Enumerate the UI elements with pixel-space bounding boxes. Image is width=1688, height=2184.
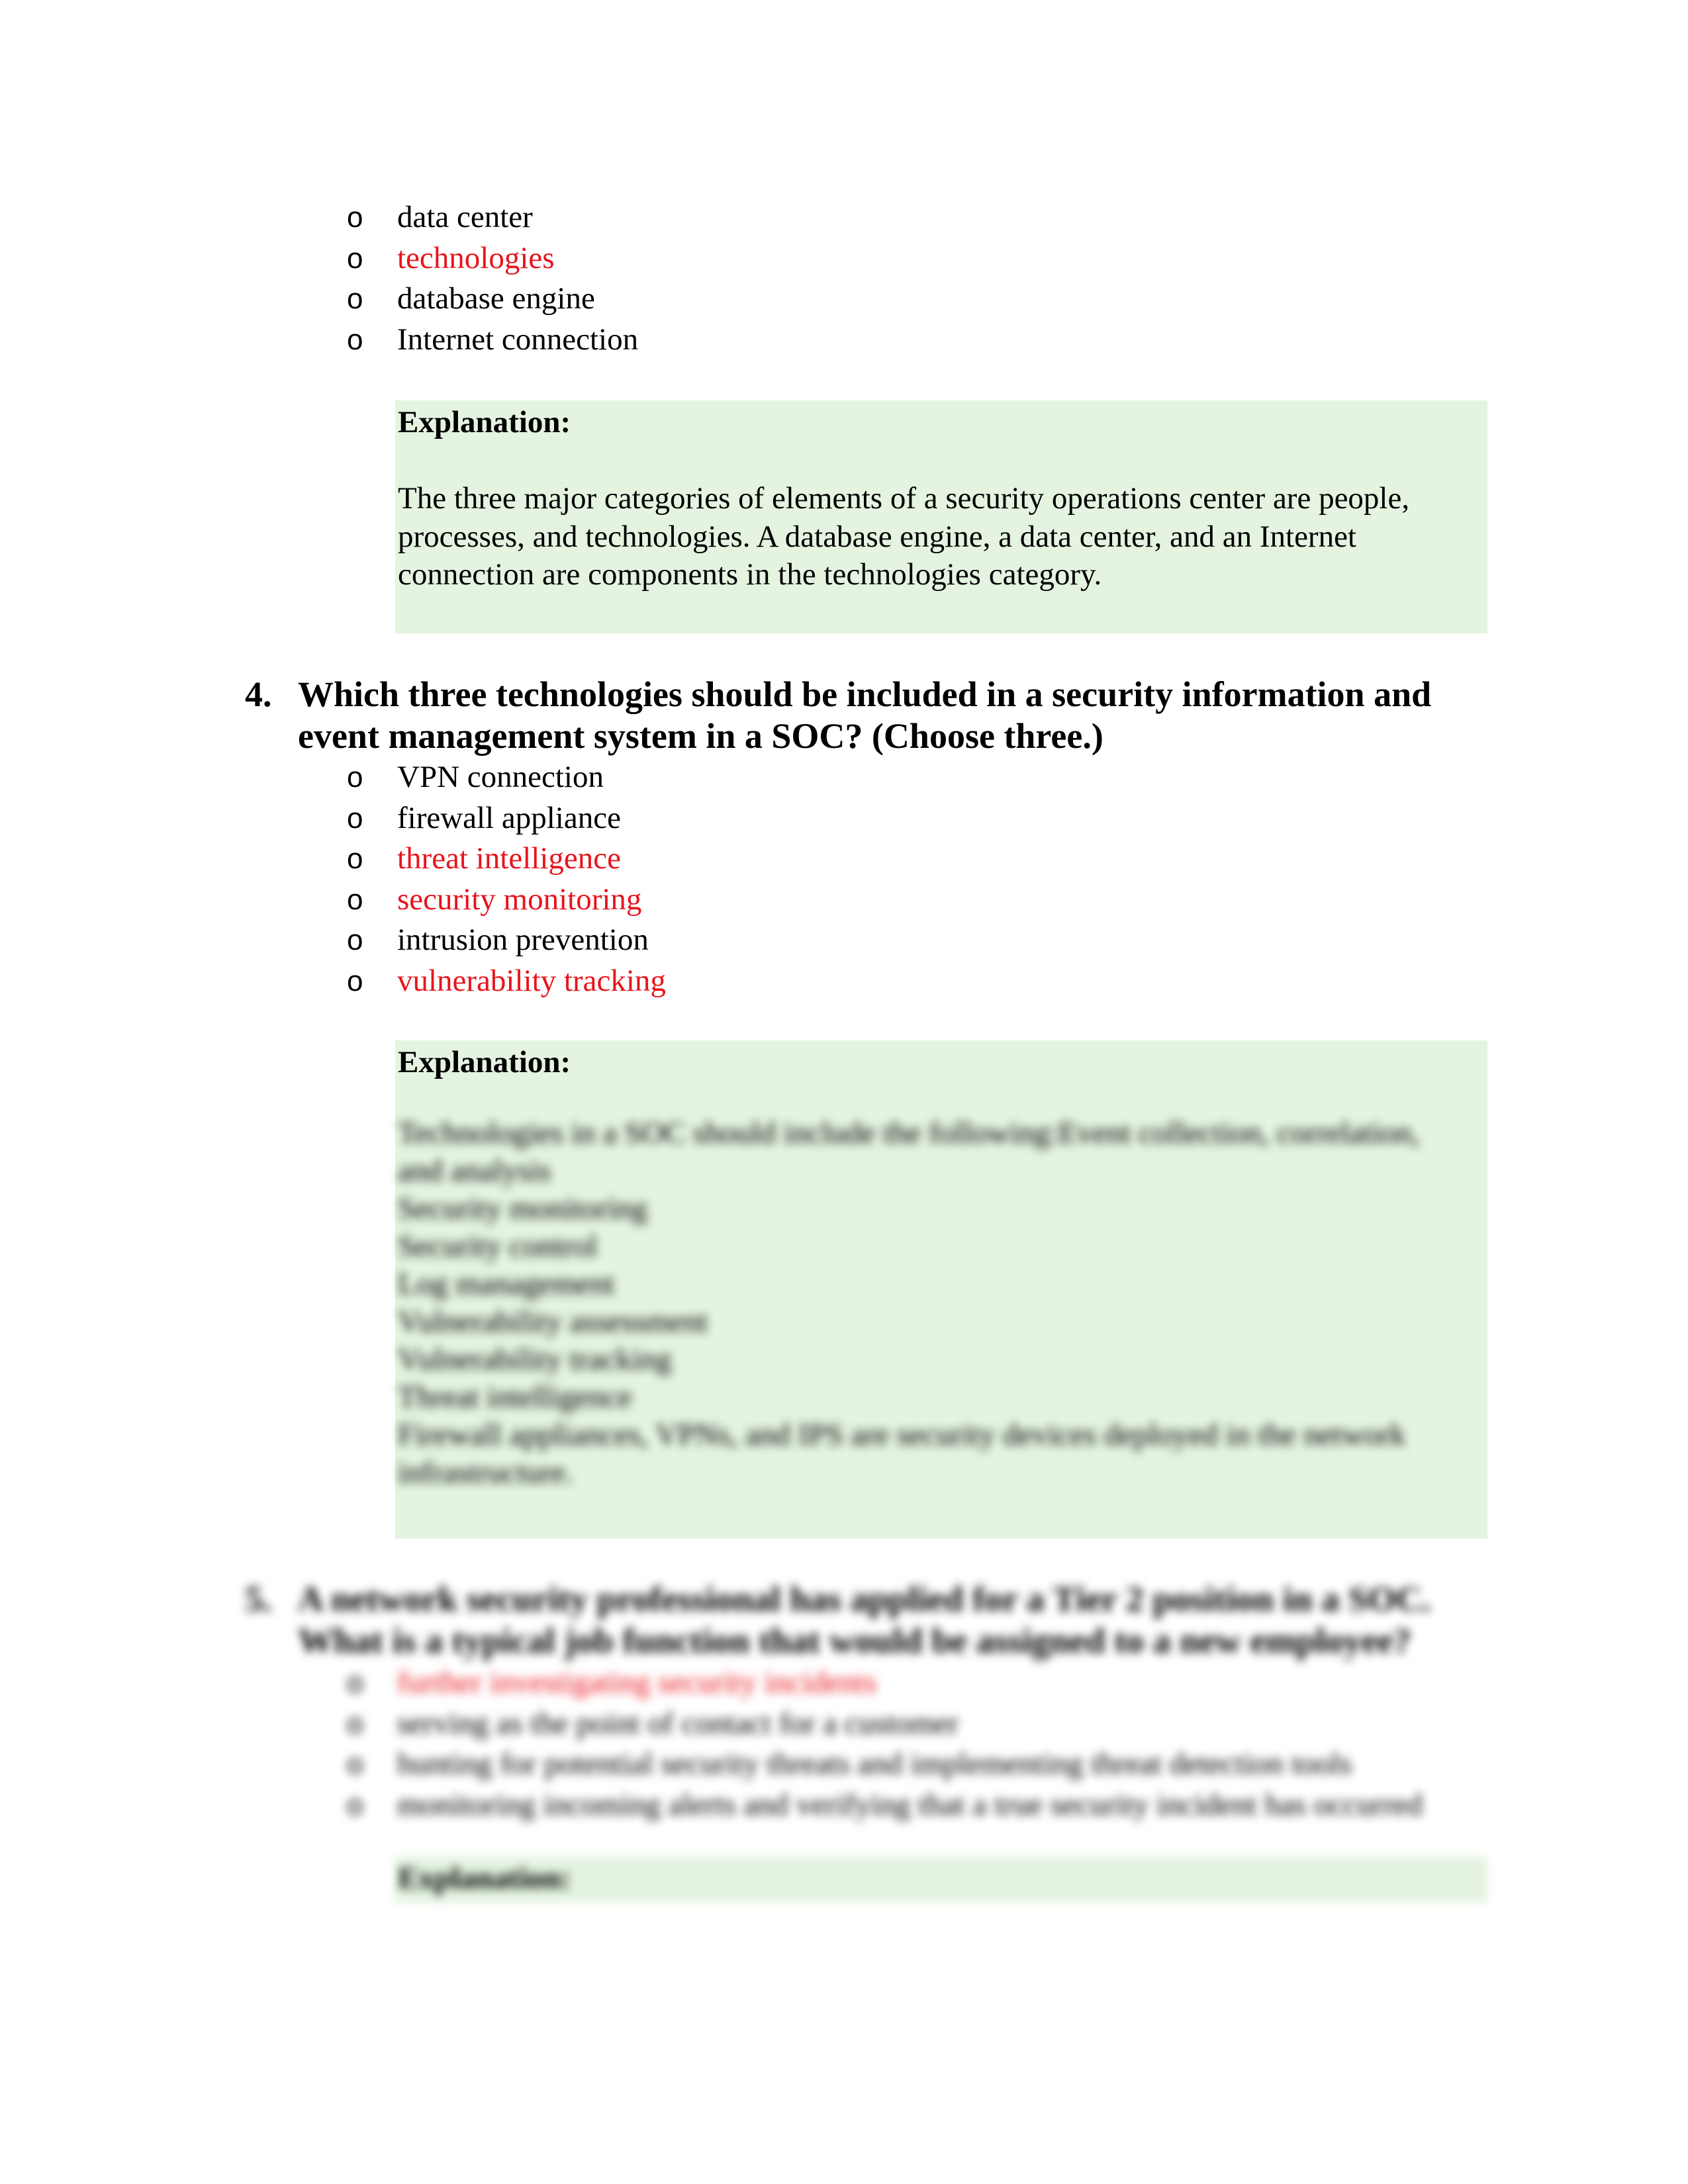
explanation-line: Vulnerability tracking xyxy=(398,1342,672,1377)
q4-option: o intrusion prevention xyxy=(344,920,666,961)
option-text: hunting for potential security threats a… xyxy=(397,1747,1352,1781)
explanation-line: Technologies in a SOC should include the… xyxy=(398,1116,1420,1150)
q5-explanation-box: Explanation: xyxy=(395,1856,1487,1903)
explanation-line: infrastructure. xyxy=(398,1455,573,1490)
bullet-icon: o xyxy=(347,1707,363,1740)
q5-options-list: o further investigating security incident… xyxy=(344,1662,1423,1825)
q4-explanation-box: Explanation: Technologies in a SOC shoul… xyxy=(395,1040,1487,1539)
option-text: firewall appliance xyxy=(397,800,621,835)
q4-question: 4. Which three technologies should be in… xyxy=(245,674,1489,757)
explanation-line: Security monitoring xyxy=(398,1191,648,1226)
q4-options-list: o VPN connection o firewall appliance o thr… xyxy=(344,757,666,1001)
explanation-title: Explanation: xyxy=(398,405,571,439)
bullet-icon: o xyxy=(347,801,363,835)
bullet-icon: o xyxy=(347,924,363,956)
bullet-icon: o xyxy=(347,201,363,234)
question-text: A network security professional has appl… xyxy=(298,1579,1431,1661)
q5-question: 5. A network security professional has a… xyxy=(245,1578,1489,1662)
question-number: 5. xyxy=(245,1579,272,1619)
bullet-icon: o xyxy=(347,883,363,916)
option-text: threat intelligence xyxy=(397,841,621,876)
q5-option-correct: o further investigating security incident… xyxy=(344,1662,1423,1704)
explanation-body: The three major categories of elements o… xyxy=(398,481,1410,592)
explanation-title: Explanation: xyxy=(398,1861,571,1895)
bullet-icon: o xyxy=(347,242,363,275)
question-text: Which three technologies should be inclu… xyxy=(298,674,1432,756)
option-text: monitoring incoming alerts and verifying… xyxy=(397,1787,1423,1822)
explanation-body-blurred: Technologies in a SOC should include the… xyxy=(398,1115,1485,1492)
q3-options-list: o data center o technologies o database eng… xyxy=(344,197,638,360)
bullet-icon: o xyxy=(347,761,363,794)
q3-option-correct: o technologies xyxy=(344,238,638,279)
option-text: database engine xyxy=(397,281,595,316)
explanation-line: Security control xyxy=(398,1229,598,1263)
q5-option: o monitoring incoming alerts and verifyin… xyxy=(344,1785,1423,1826)
q4-option: o VPN connection xyxy=(344,757,666,798)
bullet-icon: o xyxy=(347,283,363,315)
bullet-icon: o xyxy=(347,1748,363,1780)
option-text: VPN connection xyxy=(397,760,604,794)
q4-option: o firewall appliance xyxy=(344,798,666,839)
q3-option: o Internet connection xyxy=(344,320,638,361)
option-text: technologies xyxy=(397,240,555,275)
q5-option: o hunting for potential security threats … xyxy=(344,1744,1423,1785)
q4-option-correct: o threat intelligence xyxy=(344,839,666,880)
explanation-line: Log management xyxy=(398,1267,615,1301)
question-number: 4. xyxy=(245,674,272,714)
bullet-icon: o xyxy=(347,323,363,356)
bullet-icon: o xyxy=(347,1788,363,1821)
option-text: vulnerability tracking xyxy=(397,963,666,998)
q4-option-correct: o security monitoring xyxy=(344,880,666,921)
q4-option-correct: o vulnerability tracking xyxy=(344,961,666,1002)
explanation-title: Explanation: xyxy=(398,1045,571,1079)
option-text: intrusion prevention xyxy=(397,923,649,957)
document-page: o data center o technologies o database eng… xyxy=(0,0,1688,2184)
q3-explanation-box: Explanation: The three major categories … xyxy=(395,400,1487,633)
explanation-line: Vulnerability assessment xyxy=(398,1304,708,1339)
option-text: further investigating security incidents xyxy=(397,1665,877,1700)
option-text: Internet connection xyxy=(397,322,639,357)
q5-option: o serving as the point of contact for a c… xyxy=(344,1704,1423,1745)
explanation-line: and analysis xyxy=(398,1154,551,1188)
bullet-icon: o xyxy=(347,842,363,875)
q3-option: o database engine xyxy=(344,279,638,320)
option-text: data center xyxy=(397,200,533,234)
q3-option: o data center xyxy=(344,197,638,238)
explanation-line: Firewall appliances, VPNs, and IPS are s… xyxy=(398,1418,1406,1452)
bullet-icon: o xyxy=(347,1666,363,1699)
option-text: security monitoring xyxy=(397,882,642,917)
explanation-line: Threat intelligence xyxy=(398,1380,632,1414)
bullet-icon: o xyxy=(347,964,363,997)
option-text: serving as the point of contact for a cu… xyxy=(397,1706,959,1741)
